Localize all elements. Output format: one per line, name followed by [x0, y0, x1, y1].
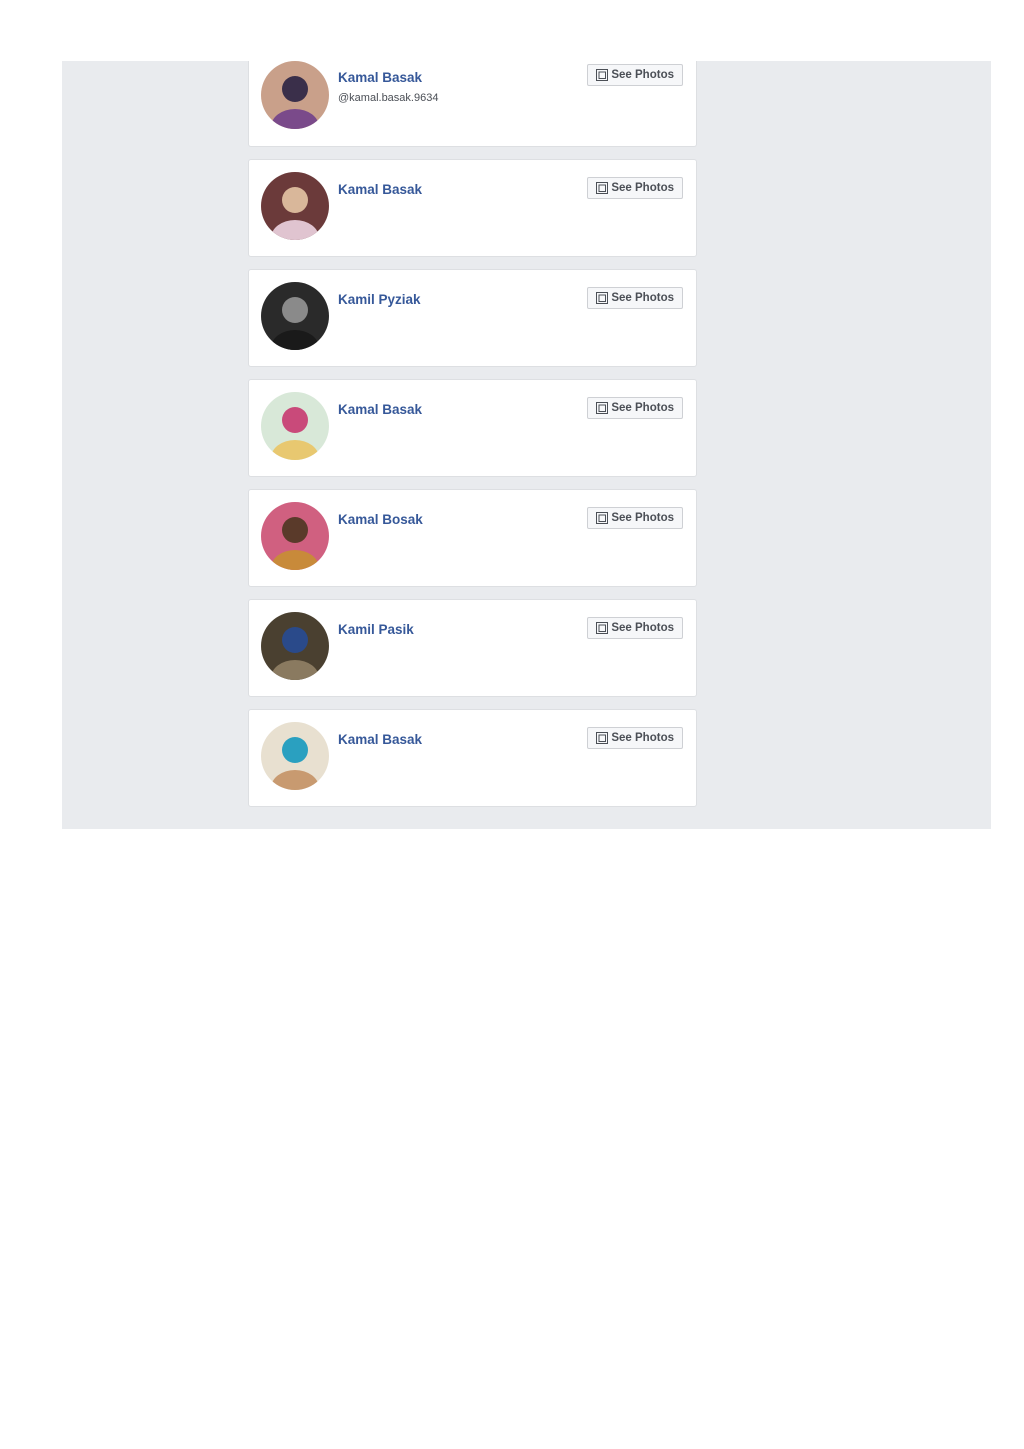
photo-icon: [596, 402, 609, 414]
see-photos-button[interactable]: See Photos: [587, 177, 683, 199]
photo-icon: [596, 512, 609, 524]
result-card: Kamal Bosak See Photos: [248, 489, 697, 587]
result-card: Kamil Pasik See Photos: [248, 599, 697, 697]
result-card: Kamal Basak @kamal.basak.9634 See Photos: [248, 61, 697, 147]
see-photos-button[interactable]: See Photos: [587, 64, 683, 86]
profile-name-link[interactable]: Kamal Basak: [338, 70, 422, 85]
profile-name-link[interactable]: Kamal Basak: [338, 402, 422, 417]
profile-name-link[interactable]: Kamil Pyziak: [338, 292, 421, 307]
profile-name-link[interactable]: Kamal Basak: [338, 732, 422, 747]
photo-icon: [596, 622, 609, 634]
avatar[interactable]: [261, 392, 329, 460]
see-photos-label: See Photos: [611, 622, 674, 634]
avatar[interactable]: [261, 722, 329, 790]
photo-icon: [596, 292, 609, 304]
profile-name-link[interactable]: Kamil Pasik: [338, 622, 414, 637]
avatar[interactable]: [261, 61, 329, 129]
see-photos-button[interactable]: See Photos: [587, 727, 683, 749]
photo-icon: [596, 732, 609, 744]
see-photos-label: See Photos: [611, 732, 674, 744]
search-results-list: Kamal Basak @kamal.basak.9634 See Photos…: [248, 61, 697, 819]
result-card: Kamal Basak See Photos: [248, 709, 697, 807]
result-card: Kamal Basak See Photos: [248, 379, 697, 477]
see-photos-button[interactable]: See Photos: [587, 287, 683, 309]
see-photos-label: See Photos: [611, 512, 674, 524]
avatar[interactable]: [261, 172, 329, 240]
see-photos-label: See Photos: [611, 402, 674, 414]
see-photos-button[interactable]: See Photos: [587, 397, 683, 419]
see-photos-label: See Photos: [611, 182, 674, 194]
result-card: Kamil Pyziak See Photos: [248, 269, 697, 367]
see-photos-label: See Photos: [611, 292, 674, 304]
profile-name-link[interactable]: Kamal Basak: [338, 182, 422, 197]
avatar[interactable]: [261, 502, 329, 570]
avatar[interactable]: [261, 612, 329, 680]
profile-name-link[interactable]: Kamal Bosak: [338, 512, 423, 527]
avatar[interactable]: [261, 282, 329, 350]
photo-icon: [596, 182, 609, 194]
see-photos-button[interactable]: See Photos: [587, 617, 683, 639]
result-card: Kamal Basak See Photos: [248, 159, 697, 257]
see-photos-label: See Photos: [611, 69, 674, 81]
see-photos-button[interactable]: See Photos: [587, 507, 683, 529]
photo-icon: [596, 69, 609, 81]
profile-username: @kamal.basak.9634: [338, 92, 439, 104]
